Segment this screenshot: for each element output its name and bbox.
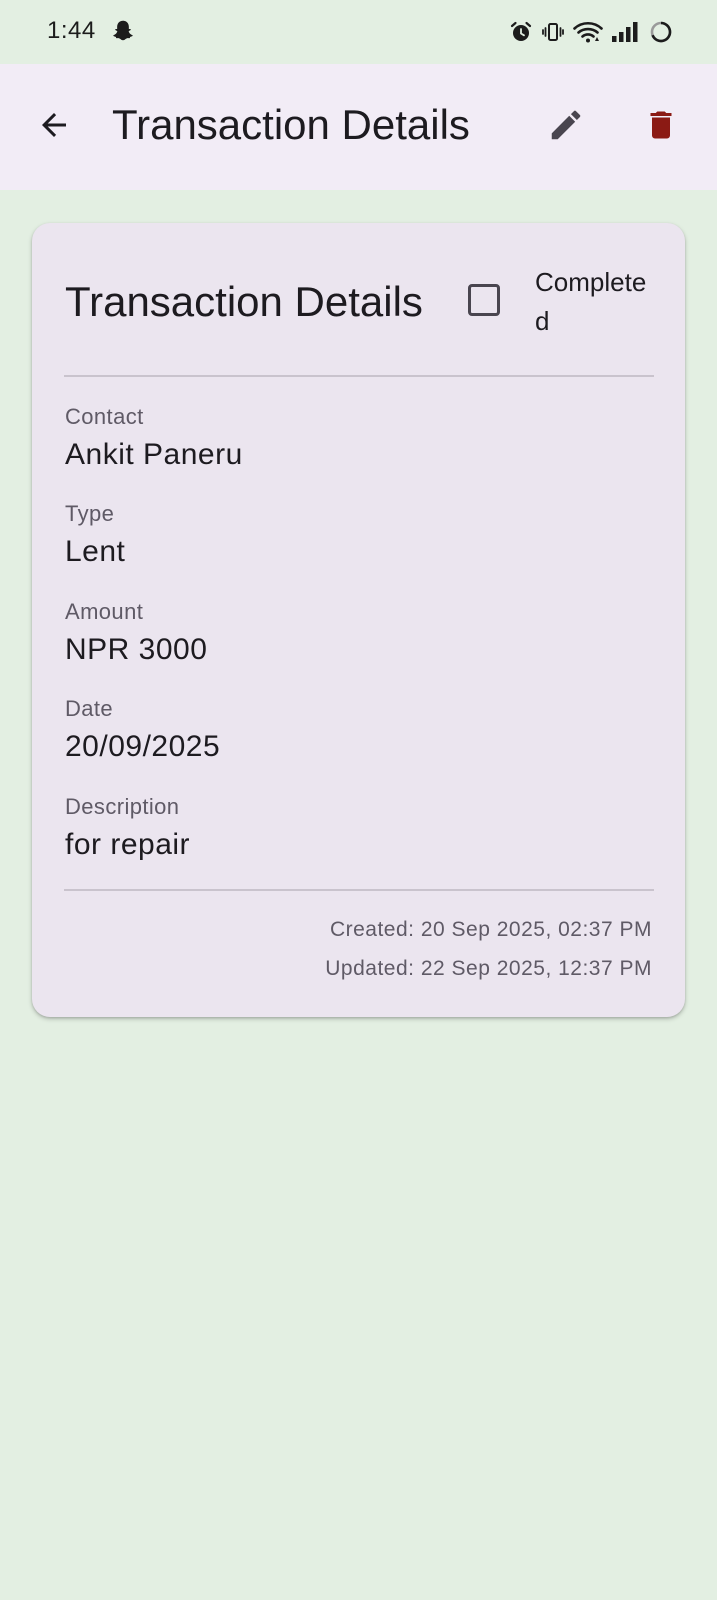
battery-icon bbox=[649, 20, 673, 44]
alarm-icon bbox=[509, 20, 533, 44]
wifi-icon bbox=[573, 20, 603, 44]
type-value: Lent bbox=[65, 535, 126, 568]
arrow-back-icon bbox=[36, 107, 72, 148]
status-time: 1:44 bbox=[47, 17, 96, 44]
status-bar: 1:44 bbox=[0, 0, 717, 64]
created-timestamp: Created: 20 Sep 2025, 02:37 PM bbox=[329, 918, 652, 941]
completed-checkbox[interactable] bbox=[468, 284, 500, 316]
back-button[interactable] bbox=[30, 103, 78, 151]
contact-value: Ankit Paneru bbox=[65, 438, 243, 471]
delete-button[interactable] bbox=[637, 103, 685, 151]
edit-button[interactable] bbox=[542, 103, 590, 151]
signal-icon bbox=[611, 20, 641, 44]
description-value: for repair bbox=[65, 828, 191, 861]
completed-label: Completed bbox=[535, 267, 647, 336]
date-value: 20/09/2025 bbox=[65, 730, 221, 763]
status-icons bbox=[509, 18, 673, 46]
page-title: Transaction Details bbox=[112, 101, 470, 148]
updated-timestamp: Updated: 22 Sep 2025, 12:37 PM bbox=[325, 957, 652, 980]
amount-label: Amount bbox=[65, 599, 144, 624]
contact-label: Contact bbox=[65, 404, 144, 429]
transaction-card: Transaction Details Completed Contact An… bbox=[32, 223, 685, 1017]
trash-icon bbox=[643, 106, 679, 149]
description-label: Description bbox=[65, 794, 180, 819]
amount-value: NPR 3000 bbox=[65, 633, 208, 666]
edit-pencil-icon bbox=[547, 106, 585, 149]
divider bbox=[64, 889, 654, 891]
snapchat-ghost-icon bbox=[110, 18, 136, 44]
type-label: Type bbox=[65, 501, 115, 526]
vibrate-icon bbox=[541, 20, 565, 44]
app-bar: Transaction Details bbox=[0, 64, 717, 190]
card-title: Transaction Details bbox=[65, 278, 423, 325]
date-label: Date bbox=[65, 696, 114, 721]
divider bbox=[64, 375, 654, 377]
